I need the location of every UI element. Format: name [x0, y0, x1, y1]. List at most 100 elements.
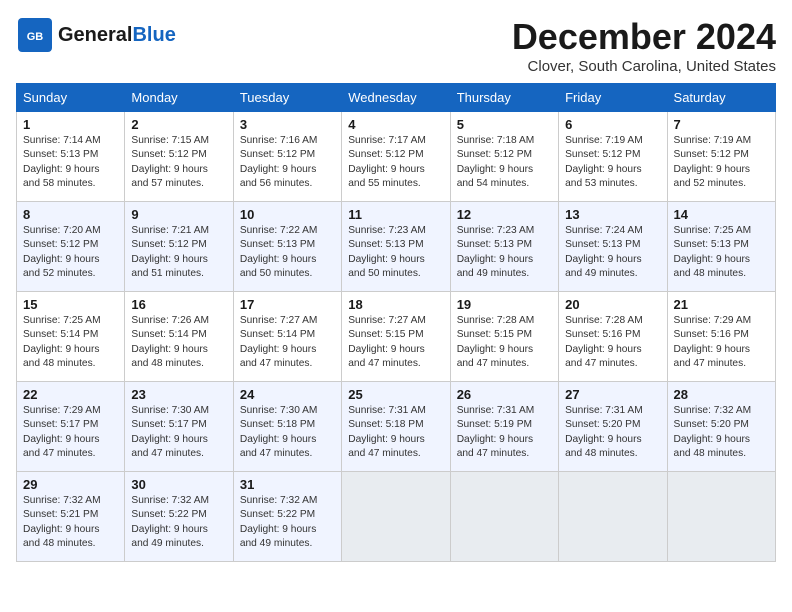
calendar-cell: 29 Sunrise: 7:32 AM Sunset: 5:21 PM Dayli…	[17, 472, 125, 562]
day-number: 11	[348, 207, 443, 222]
day-number: 23	[131, 387, 226, 402]
day-number: 7	[674, 117, 769, 132]
logo: GB GeneralBlue	[16, 16, 176, 54]
calendar-week-row: 22Sunrise: 7:29 AM Sunset: 5:17 PM Dayli…	[17, 382, 776, 472]
logo-blue: Blue	[132, 24, 175, 46]
day-number: 30	[131, 477, 226, 492]
calendar-week-row: 8 Sunrise: 7:20 AM Sunset: 5:12 PM Daylig…	[17, 202, 776, 292]
day-number: 29	[23, 477, 118, 492]
day-info: Sunrise: 7:14 AM Sunset: 5:13 PM Dayligh…	[23, 134, 118, 191]
day-info: Sunrise: 7:20 AM Sunset: 5:12 PM Dayligh…	[23, 224, 118, 281]
day-number: 5	[457, 117, 552, 132]
day-number: 2	[131, 117, 226, 132]
day-number: 4	[348, 117, 443, 132]
calendar-cell	[450, 472, 558, 562]
day-info: Sunrise: 7:31 AM Sunset: 5:19 PM Dayligh…	[457, 404, 552, 461]
calendar-cell	[667, 472, 775, 562]
calendar-cell: 25 Sunrise: 7:31 AM Sunset: 5:18 PM Dayli…	[342, 382, 450, 472]
calendar: SundayMondayTuesdayWednesdayThursdayFrid…	[16, 83, 776, 562]
calendar-cell: 5 Sunrise: 7:18 AM Sunset: 5:12 PM Daylig…	[450, 112, 558, 202]
calendar-cell: 13Sunrise: 7:24 AM Sunset: 5:13 PM Dayli…	[559, 202, 667, 292]
calendar-cell: 24 Sunrise: 7:30 AM Sunset: 5:18 PM Dayli…	[233, 382, 341, 472]
day-info: Sunrise: 7:32 AM Sunset: 5:22 PM Dayligh…	[240, 494, 335, 551]
day-number: 19	[457, 297, 552, 312]
day-number: 31	[240, 477, 335, 492]
day-info: Sunrise: 7:15 AM Sunset: 5:12 PM Dayligh…	[131, 134, 226, 191]
weekday-header: Friday	[559, 84, 667, 112]
day-info: Sunrise: 7:29 AM Sunset: 5:17 PM Dayligh…	[23, 404, 118, 461]
calendar-cell: 9 Sunrise: 7:21 AM Sunset: 5:12 PM Daylig…	[125, 202, 233, 292]
day-info: Sunrise: 7:19 AM Sunset: 5:12 PM Dayligh…	[565, 134, 660, 191]
location: Clover, South Carolina, United States	[512, 58, 776, 75]
calendar-cell	[559, 472, 667, 562]
day-number: 10	[240, 207, 335, 222]
calendar-cell: 22Sunrise: 7:29 AM Sunset: 5:17 PM Dayli…	[17, 382, 125, 472]
calendar-cell: 18 Sunrise: 7:27 AM Sunset: 5:15 PM Dayli…	[342, 292, 450, 382]
day-number: 3	[240, 117, 335, 132]
day-info: Sunrise: 7:27 AM Sunset: 5:14 PM Dayligh…	[240, 314, 335, 371]
calendar-cell: 19Sunrise: 7:28 AM Sunset: 5:15 PM Dayli…	[450, 292, 558, 382]
day-number: 14	[674, 207, 769, 222]
calendar-cell: 21 Sunrise: 7:29 AM Sunset: 5:16 PM Dayli…	[667, 292, 775, 382]
calendar-week-row: 1Sunrise: 7:14 AM Sunset: 5:13 PM Daylig…	[17, 112, 776, 202]
calendar-cell: 31 Sunrise: 7:32 AM Sunset: 5:22 PM Dayli…	[233, 472, 341, 562]
calendar-cell: 12Sunrise: 7:23 AM Sunset: 5:13 PM Dayli…	[450, 202, 558, 292]
calendar-cell: 15 Sunrise: 7:25 AM Sunset: 5:14 PM Dayli…	[17, 292, 125, 382]
calendar-cell: 8 Sunrise: 7:20 AM Sunset: 5:12 PM Daylig…	[17, 202, 125, 292]
day-number: 18	[348, 297, 443, 312]
day-info: Sunrise: 7:18 AM Sunset: 5:12 PM Dayligh…	[457, 134, 552, 191]
day-info: Sunrise: 7:23 AM Sunset: 5:13 PM Dayligh…	[457, 224, 552, 281]
day-number: 28	[674, 387, 769, 402]
day-info: Sunrise: 7:25 AM Sunset: 5:14 PM Dayligh…	[23, 314, 118, 371]
day-number: 15	[23, 297, 118, 312]
day-info: Sunrise: 7:25 AM Sunset: 5:13 PM Dayligh…	[674, 224, 769, 281]
calendar-cell: 6Sunrise: 7:19 AM Sunset: 5:12 PM Daylig…	[559, 112, 667, 202]
day-number: 9	[131, 207, 226, 222]
weekday-header: Wednesday	[342, 84, 450, 112]
calendar-cell: 27 Sunrise: 7:31 AM Sunset: 5:20 PM Dayli…	[559, 382, 667, 472]
day-info: Sunrise: 7:28 AM Sunset: 5:16 PM Dayligh…	[565, 314, 660, 371]
day-info: Sunrise: 7:31 AM Sunset: 5:20 PM Dayligh…	[565, 404, 660, 461]
day-info: Sunrise: 7:21 AM Sunset: 5:12 PM Dayligh…	[131, 224, 226, 281]
day-info: Sunrise: 7:29 AM Sunset: 5:16 PM Dayligh…	[674, 314, 769, 371]
day-info: Sunrise: 7:23 AM Sunset: 5:13 PM Dayligh…	[348, 224, 443, 281]
day-number: 25	[348, 387, 443, 402]
calendar-cell: 26 Sunrise: 7:31 AM Sunset: 5:19 PM Dayli…	[450, 382, 558, 472]
calendar-week-row: 29 Sunrise: 7:32 AM Sunset: 5:21 PM Dayli…	[17, 472, 776, 562]
day-info: Sunrise: 7:24 AM Sunset: 5:13 PM Dayligh…	[565, 224, 660, 281]
day-info: Sunrise: 7:27 AM Sunset: 5:15 PM Dayligh…	[348, 314, 443, 371]
calendar-cell: 23 Sunrise: 7:30 AM Sunset: 5:17 PM Dayli…	[125, 382, 233, 472]
day-number: 26	[457, 387, 552, 402]
day-info: Sunrise: 7:16 AM Sunset: 5:12 PM Dayligh…	[240, 134, 335, 191]
calendar-cell	[342, 472, 450, 562]
day-number: 21	[674, 297, 769, 312]
day-info: Sunrise: 7:30 AM Sunset: 5:17 PM Dayligh…	[131, 404, 226, 461]
weekday-header: Tuesday	[233, 84, 341, 112]
calendar-cell: 28 Sunrise: 7:32 AM Sunset: 5:20 PM Dayli…	[667, 382, 775, 472]
calendar-cell: 14 Sunrise: 7:25 AM Sunset: 5:13 PM Dayli…	[667, 202, 775, 292]
day-info: Sunrise: 7:31 AM Sunset: 5:18 PM Dayligh…	[348, 404, 443, 461]
weekday-header-row: SundayMondayTuesdayWednesdayThursdayFrid…	[17, 84, 776, 112]
month-title: December 2024	[512, 16, 776, 58]
calendar-cell: 16Sunrise: 7:26 AM Sunset: 5:14 PM Dayli…	[125, 292, 233, 382]
day-info: Sunrise: 7:19 AM Sunset: 5:12 PM Dayligh…	[674, 134, 769, 191]
day-number: 27	[565, 387, 660, 402]
calendar-cell: 20 Sunrise: 7:28 AM Sunset: 5:16 PM Dayli…	[559, 292, 667, 382]
weekday-header: Monday	[125, 84, 233, 112]
day-number: 16	[131, 297, 226, 312]
calendar-cell: 17 Sunrise: 7:27 AM Sunset: 5:14 PM Dayli…	[233, 292, 341, 382]
day-number: 8	[23, 207, 118, 222]
title-area: December 2024 Clover, South Carolina, Un…	[512, 16, 776, 75]
weekday-header: Sunday	[17, 84, 125, 112]
day-number: 24	[240, 387, 335, 402]
day-info: Sunrise: 7:32 AM Sunset: 5:20 PM Dayligh…	[674, 404, 769, 461]
calendar-week-row: 15 Sunrise: 7:25 AM Sunset: 5:14 PM Dayli…	[17, 292, 776, 382]
day-info: Sunrise: 7:22 AM Sunset: 5:13 PM Dayligh…	[240, 224, 335, 281]
day-info: Sunrise: 7:30 AM Sunset: 5:18 PM Dayligh…	[240, 404, 335, 461]
day-number: 17	[240, 297, 335, 312]
day-number: 20	[565, 297, 660, 312]
logo-general: General	[58, 24, 132, 46]
day-info: Sunrise: 7:17 AM Sunset: 5:12 PM Dayligh…	[348, 134, 443, 191]
day-info: Sunrise: 7:32 AM Sunset: 5:21 PM Dayligh…	[23, 494, 118, 551]
calendar-cell: 7 Sunrise: 7:19 AM Sunset: 5:12 PM Daylig…	[667, 112, 775, 202]
